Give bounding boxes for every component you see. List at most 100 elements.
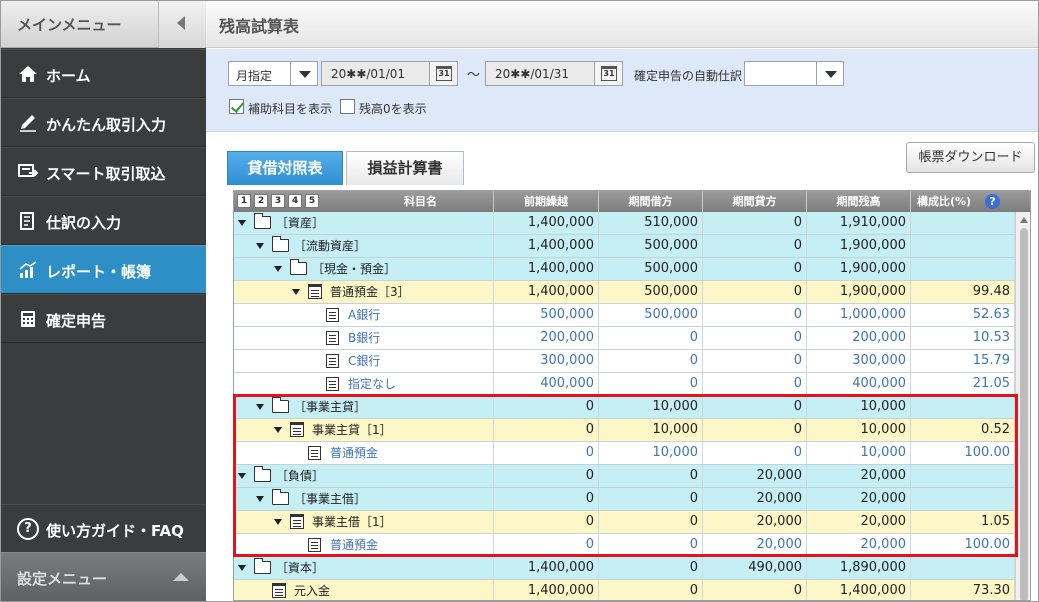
period-type-select[interactable]: 月指定 (228, 61, 318, 86)
account-cell: ［資本］ (234, 557, 494, 579)
balance-cell: 1,910,000 (807, 212, 911, 234)
help-icon[interactable]: ? (985, 194, 1000, 209)
debit-cell: 10,000 (599, 442, 703, 464)
debit-cell: 0 (599, 327, 703, 349)
carryover-cell: 0 (494, 511, 599, 533)
table-row[interactable]: ［事業主貸］ 0 10,000 0 10,000 (234, 396, 1015, 419)
ratio-cell: 99.48 (911, 281, 1015, 303)
account-cell: A銀行 (234, 304, 494, 326)
expand-toggle-icon[interactable] (274, 519, 282, 525)
balance-cell: 300,000 (807, 350, 911, 372)
period-type-value: 月指定 (236, 69, 273, 83)
table-row[interactable]: 指定なし 400,000 0 0 400,000 21.05 (234, 373, 1015, 396)
auto-journal-select[interactable] (744, 61, 844, 86)
carryover-cell: 400,000 (494, 373, 599, 395)
account-cell: B銀行 (234, 327, 494, 349)
balance-cell: 400,000 (807, 373, 911, 395)
tab-income-statement[interactable]: 損益計算書 (346, 151, 464, 185)
show-zero-balance-label[interactable]: 残高0を表示 (359, 100, 427, 117)
carryover-cell: 1,400,000 (494, 212, 599, 234)
show-zero-balance-checkbox[interactable] (340, 99, 355, 114)
table-row[interactable]: 普通預金 0 10,000 0 10,000 100.00 (234, 442, 1015, 465)
settings-menu-toggle[interactable]: 設定メニュー (1, 552, 206, 601)
table-row[interactable]: 元入金 1,400,000 0 0 1,400,000 73.30 (234, 580, 1015, 600)
help-guide-faq-link[interactable]: ? 使い方ガイド・FAQ (1, 504, 206, 551)
account-name[interactable]: 普通預金 (330, 442, 378, 464)
debit-cell: 500,000 (599, 258, 703, 280)
folder-icon (254, 558, 271, 574)
table-row[interactable]: ［事業主借］ 0 0 20,000 20,000 (234, 488, 1015, 511)
account-name[interactable]: B銀行 (348, 327, 380, 349)
column-header-credit: 期間貸方 (703, 191, 807, 212)
sidebar-item-simple-entry[interactable]: かんたん取引入力 (1, 98, 206, 147)
expand-toggle-icon[interactable] (256, 496, 264, 502)
table-row[interactable]: 事業主貸［1］ 0 10,000 0 10,000 0.52 (234, 419, 1015, 442)
expand-toggle-icon[interactable] (256, 404, 264, 410)
trial-balance-table: 1 2 3 4 5 科目名 前期繰越 期間借方 期間貸方 期間残高 構成比(%)… (233, 190, 1031, 601)
table-row[interactable]: 普通預金［3］ 1,400,000 500,000 0 1,900,000 99.48 (234, 281, 1015, 304)
sidebar-item-reports[interactable]: レポート・帳簿 (1, 245, 206, 294)
table-row[interactable]: ［流動資産］ 1,400,000 500,000 0 1,900,000 (234, 235, 1015, 258)
scroll-up-arrow-icon[interactable] (1020, 217, 1028, 223)
sidebar-item-home[interactable]: ホーム (1, 49, 206, 98)
calendar-icon[interactable]: 31 (429, 62, 457, 85)
credit-cell: 20,000 (703, 534, 807, 556)
expand-toggle-icon[interactable] (238, 565, 246, 571)
account-name[interactable]: 指定なし (348, 373, 396, 395)
sidebar-item-label: ホーム (46, 67, 91, 85)
ratio-cell: 10.53 (911, 327, 1015, 349)
show-subaccounts-label[interactable]: 補助科目を表示 (248, 100, 332, 117)
expand-toggle-icon[interactable] (292, 289, 300, 295)
debit-cell: 0 (599, 488, 703, 510)
table-row[interactable]: 普通預金 0 0 20,000 20,000 100.00 (234, 534, 1015, 557)
show-subaccounts-checkbox[interactable] (229, 99, 244, 114)
level-2-button[interactable]: 2 (254, 194, 268, 208)
collapse-menu-button[interactable] (158, 1, 205, 48)
account-name: ［負債］ (276, 469, 325, 483)
account-name: 事業主貸［1］ (312, 423, 392, 437)
folder-icon (290, 259, 307, 275)
document-icon (308, 538, 321, 552)
level-5-button[interactable]: 5 (305, 194, 319, 208)
debit-cell: 10,000 (599, 396, 703, 418)
account-cell: ［流動資産］ (234, 235, 494, 257)
account-name[interactable]: 普通預金 (330, 534, 378, 556)
tab-balance-sheet[interactable]: 貸借対照表 (227, 151, 343, 185)
end-date-field[interactable]: 20✱✱/01/31 31 (485, 61, 623, 86)
vertical-scrollbar[interactable] (1015, 212, 1030, 600)
level-3-button[interactable]: 3 (271, 194, 285, 208)
sidebar-item-smart-import[interactable]: スマート取引取込 (1, 147, 206, 196)
expand-toggle-icon[interactable] (238, 220, 246, 226)
expand-toggle-icon[interactable] (274, 266, 282, 272)
level-4-button[interactable]: 4 (288, 194, 302, 208)
document-icon (308, 446, 321, 460)
expand-toggle-icon[interactable] (274, 427, 282, 433)
expand-toggle-icon[interactable] (238, 473, 246, 479)
table-row[interactable]: A銀行 500,000 500,000 0 1,000,000 52.63 (234, 304, 1015, 327)
account-name[interactable]: C銀行 (348, 350, 380, 372)
balance-cell: 20,000 (807, 488, 911, 510)
debit-cell: 500,000 (599, 281, 703, 303)
table-row[interactable]: B銀行 200,000 0 0 200,000 10.53 (234, 327, 1015, 350)
ratio-cell (911, 235, 1015, 257)
report-download-button[interactable]: 帳票ダウンロード (906, 142, 1035, 173)
debit-cell: 500,000 (599, 304, 703, 326)
table-row[interactable]: 事業主借［1］ 0 0 20,000 20,000 1.05 (234, 511, 1015, 534)
calendar-icon[interactable]: 31 (594, 62, 622, 85)
level-1-button[interactable]: 1 (237, 194, 251, 208)
expand-toggle-icon[interactable] (256, 243, 264, 249)
sidebar-item-tax-return[interactable]: 確定申告 (1, 294, 206, 343)
ratio-cell (911, 212, 1015, 234)
balance-cell: 1,400,000 (807, 580, 911, 600)
carryover-cell: 0 (494, 534, 599, 556)
table-row[interactable]: ［資本］ 1,400,000 0 490,000 1,890,000 (234, 557, 1015, 580)
account-name[interactable]: A銀行 (348, 304, 380, 326)
start-date-field[interactable]: 20✱✱/01/01 31 (321, 61, 458, 86)
table-row[interactable]: ［資産］ 1,400,000 510,000 0 1,910,000 (234, 212, 1015, 235)
table-row[interactable]: ［現金・預金］ 1,400,000 500,000 0 1,900,000 (234, 258, 1015, 281)
sidebar-item-journal-entry[interactable]: 仕訳の入力 (1, 196, 206, 245)
table-row[interactable]: ［負債］ 0 0 20,000 20,000 (234, 465, 1015, 488)
account-name: ［現金・預金］ (312, 262, 397, 276)
table-row[interactable]: C銀行 300,000 0 0 300,000 15.79 (234, 350, 1015, 373)
scrollbar-thumb[interactable] (1020, 228, 1028, 600)
